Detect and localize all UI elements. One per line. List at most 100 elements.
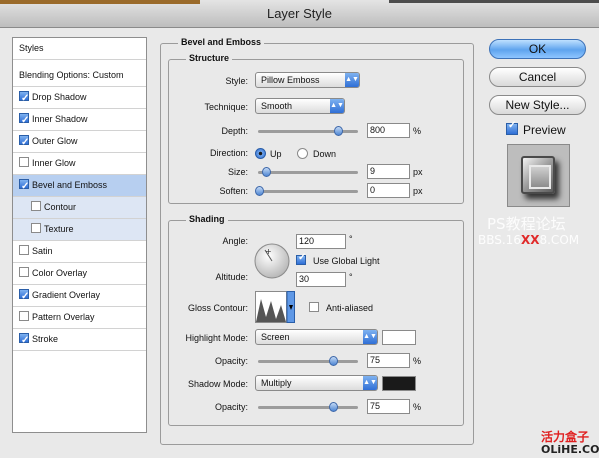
chevron-updown-icon: ▲▼ — [363, 330, 377, 344]
chevron-updown-icon: ▲▼ — [330, 99, 344, 113]
depth-input[interactable]: 800 — [367, 123, 410, 138]
style-item-label: Outer Glow — [32, 136, 78, 146]
shadow-color-swatch[interactable] — [382, 376, 416, 391]
style-item-drop-shadow[interactable]: Drop Shadow — [13, 87, 146, 109]
soften-input[interactable]: 0 — [367, 183, 410, 198]
shadow-mode-select[interactable]: Multiply ▲▼ — [255, 375, 378, 391]
highlight-color-swatch[interactable] — [382, 330, 416, 345]
checkbox[interactable] — [19, 88, 29, 109]
depth-slider-thumb[interactable] — [334, 126, 343, 136]
anti-aliased-checkbox[interactable] — [309, 302, 319, 312]
style-item-label: Contour — [44, 202, 77, 212]
style-item-texture[interactable]: Texture — [13, 219, 146, 241]
shadow-opacity-slider[interactable] — [258, 402, 358, 412]
shadow-opacity-label: Opacity: — [214, 402, 248, 412]
anti-aliased-label: Anti-aliased — [326, 303, 374, 313]
style-item-label: Gradient Overlay — [32, 290, 101, 300]
style-item-inner-glow[interactable]: Inner Glow — [13, 153, 146, 175]
watermark-bbs: BBS.16XX8.COM — [478, 233, 579, 247]
ok-button[interactable]: OK — [489, 39, 586, 59]
shading-group — [168, 220, 464, 426]
shadow-opacity-unit: % — [413, 402, 422, 412]
style-item-label: Pattern Overlay — [32, 312, 95, 322]
title-bar: Layer Style — [0, 0, 599, 28]
watermark-bbs-xx: XX — [520, 233, 540, 247]
checkbox[interactable] — [19, 132, 29, 153]
checkbox[interactable] — [31, 223, 41, 233]
window-title: Layer Style — [266, 6, 333, 21]
soften-slider[interactable] — [255, 186, 358, 196]
altitude-label: Altitude: — [215, 272, 248, 282]
checkbox[interactable] — [19, 245, 29, 255]
styles-header[interactable]: Styles — [13, 38, 146, 60]
checkbox[interactable] — [19, 110, 29, 131]
svg-text:+: + — [265, 247, 272, 256]
direction-down-label: Down — [313, 149, 337, 159]
depth-unit: % — [413, 126, 422, 136]
soften-slider-thumb[interactable] — [255, 186, 264, 196]
checkbox[interactable] — [19, 267, 29, 277]
blending-options[interactable]: Blending Options: Custom — [13, 65, 146, 87]
direction-label: Direction: — [209, 148, 248, 158]
style-item-gradient-overlay[interactable]: Gradient Overlay — [13, 285, 146, 307]
depth-label: Depth: — [221, 126, 248, 136]
checkbox[interactable] — [31, 201, 41, 211]
watermark-site-en: OLiHE.COM — [541, 443, 599, 456]
style-item-outer-glow[interactable]: Outer Glow — [13, 131, 146, 153]
global-light-checkbox[interactable] — [296, 252, 306, 265]
gloss-contour-picker[interactable] — [255, 291, 295, 323]
style-item-contour[interactable]: Contour — [13, 197, 146, 219]
checkbox[interactable] — [19, 330, 29, 351]
styles-list: Styles Blending Options: Custom Drop Sha… — [12, 37, 147, 433]
direction-up-radio[interactable] — [255, 148, 266, 159]
style-label: Style: — [225, 76, 248, 86]
style-item-stroke[interactable]: Stroke — [13, 329, 146, 351]
style-item-pattern-overlay[interactable]: Pattern Overlay — [13, 307, 146, 329]
shadow-mode-label: Shadow Mode: — [187, 379, 248, 389]
altitude-input[interactable]: 30 — [296, 272, 346, 287]
depth-slider[interactable] — [258, 126, 358, 136]
structure-title: Structure — [186, 53, 233, 63]
size-slider-thumb[interactable] — [262, 167, 271, 177]
size-input[interactable]: 9 — [367, 164, 410, 179]
angle-input[interactable]: 120 — [296, 234, 346, 249]
checkbox[interactable] — [19, 311, 29, 321]
checkbox[interactable] — [19, 286, 29, 307]
angle-dial[interactable]: + — [253, 242, 291, 280]
background-strip — [0, 0, 200, 4]
highlight-opacity-thumb[interactable] — [329, 356, 338, 366]
bevel-emboss-title: Bevel and Emboss — [178, 37, 265, 47]
highlight-mode-label: Highlight Mode: — [185, 333, 248, 343]
angle-unit: ° — [349, 234, 353, 244]
style-item-inner-shadow[interactable]: Inner Shadow — [13, 109, 146, 131]
watermark-bbs-part: 8.COM — [539, 233, 580, 247]
preview-label: Preview — [523, 123, 566, 137]
shadow-opacity-thumb[interactable] — [329, 402, 338, 412]
checkbox[interactable] — [19, 157, 29, 167]
highlight-mode-value: Screen — [261, 332, 290, 342]
checkbox[interactable] — [19, 176, 29, 197]
style-select[interactable]: Pillow Emboss ▲▼ — [255, 72, 360, 88]
highlight-mode-select[interactable]: Screen ▲▼ — [255, 329, 378, 345]
style-item-bevel-and-emboss[interactable]: Bevel and Emboss — [13, 175, 146, 197]
soften-unit: px — [413, 186, 423, 196]
cancel-button[interactable]: Cancel — [489, 67, 586, 87]
style-item-label: Drop Shadow — [32, 92, 87, 102]
chevron-updown-icon: ▲▼ — [363, 376, 377, 390]
background-strip — [389, 0, 599, 3]
watermark-bbs-part: BBS.16 — [478, 233, 521, 247]
size-slider[interactable] — [258, 167, 358, 177]
style-item-label: Bevel and Emboss — [32, 180, 108, 190]
new-style-button[interactable]: New Style... — [489, 95, 586, 115]
highlight-opacity-input[interactable]: 75 — [367, 353, 410, 368]
highlight-opacity-label: Opacity: — [214, 356, 248, 366]
shadow-opacity-input[interactable]: 75 — [367, 399, 410, 414]
style-item-satin[interactable]: Satin — [13, 241, 146, 263]
style-item-label: Texture — [44, 224, 74, 234]
size-label: Size: — [227, 167, 248, 177]
direction-down-radio[interactable] — [297, 148, 308, 159]
technique-select[interactable]: Smooth ▲▼ — [255, 98, 345, 114]
highlight-opacity-slider[interactable] — [258, 356, 358, 366]
preview-checkbox[interactable] — [506, 120, 518, 135]
style-item-color-overlay[interactable]: Color Overlay — [13, 263, 146, 285]
